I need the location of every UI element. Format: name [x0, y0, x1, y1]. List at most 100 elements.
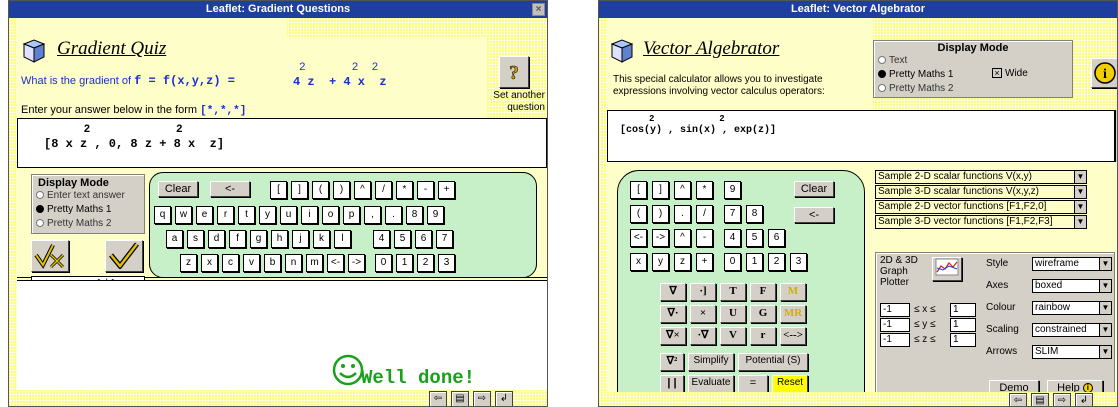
radio-pretty-2[interactable]: Pretty Maths 2 [878, 83, 953, 94]
key-][interactable]: ] [291, 181, 308, 199]
check-button[interactable] [105, 240, 143, 272]
operator-key[interactable]: MR [780, 305, 806, 323]
equals-button[interactable]: = [738, 375, 768, 393]
key-7[interactable]: 7 [724, 205, 741, 223]
sample-dropdown[interactable]: Sample 3-D vector functions [F1,F2,F3] ▼ [875, 215, 1087, 229]
key-/[interactable]: / [696, 205, 713, 223]
plot-button[interactable] [932, 257, 962, 281]
abs-key[interactable]: | | [660, 375, 684, 393]
key-w[interactable]: w [175, 206, 192, 224]
key-y[interactable]: y [652, 253, 669, 271]
key--[interactable]: - [417, 181, 434, 199]
key-z[interactable]: z [674, 253, 691, 271]
key-([interactable]: ( [630, 205, 647, 223]
key-0[interactable]: 0 [724, 253, 741, 271]
wide-checkbox[interactable]: × Wide [992, 68, 1028, 79]
key-j[interactable]: j [292, 230, 309, 248]
key-2[interactable]: 2 [417, 254, 434, 272]
operator-key[interactable]: ∇ [660, 283, 686, 301]
radio-enter-text[interactable]: Enter text answer [36, 190, 125, 201]
key-5[interactable]: 5 [746, 229, 763, 247]
key--[interactable]: - [696, 229, 713, 247]
x-min-input[interactable]: -1 [880, 303, 910, 317]
backspace-key[interactable]: <- [210, 181, 250, 197]
sample-dropdown[interactable]: Sample 3-D scalar functions V(x,y,z) ▼ [875, 185, 1087, 199]
reset-button[interactable]: Reset [772, 375, 808, 393]
close-icon[interactable]: × [532, 3, 545, 16]
operator-key[interactable]: G [750, 305, 776, 323]
set-another-button[interactable]: ? [499, 56, 529, 88]
next-page-icon[interactable]: ⇨ [1053, 393, 1071, 406]
potential-button[interactable]: Potential (S) [738, 353, 808, 371]
key-4[interactable]: 4 [373, 230, 390, 248]
key-[[interactable]: [ [270, 181, 287, 199]
key-b[interactable]: b [264, 254, 281, 272]
check-cross-button[interactable] [31, 240, 69, 272]
answer-field[interactable]: 2 2 [8 x z , 0, 8 z + 8 x z] [17, 118, 547, 168]
key-1[interactable]: 1 [396, 254, 413, 272]
key-y[interactable]: y [259, 206, 276, 224]
simplify-button[interactable]: Simplify [688, 353, 734, 371]
key-i[interactable]: i [301, 206, 318, 224]
key-9[interactable]: 9 [724, 181, 741, 199]
key-h[interactable]: h [271, 230, 288, 248]
operator-key[interactable]: ·] [690, 283, 716, 301]
radio-pretty-1[interactable]: Pretty Maths 1 [36, 204, 111, 215]
key-8[interactable]: 8 [406, 206, 423, 224]
key-^[interactable]: ^ [674, 181, 691, 199]
contents-icon[interactable]: ▤ [451, 391, 469, 406]
operator-key[interactable]: ∇· [660, 305, 686, 323]
operator-key[interactable]: ∇× [660, 327, 686, 345]
return-icon[interactable]: ↲ [1075, 393, 1093, 406]
next-page-icon[interactable]: ⇨ [473, 391, 491, 406]
prev-page-icon[interactable]: ⇦ [1009, 393, 1027, 406]
arrows-dropdown[interactable]: SLIM ▼ [1032, 345, 1112, 359]
key-t[interactable]: t [238, 206, 255, 224]
key-)[interactable]: ) [333, 181, 350, 199]
axes-dropdown[interactable]: boxed ▼ [1032, 279, 1112, 293]
key-q[interactable]: q [154, 206, 171, 224]
key-+[interactable]: + [438, 181, 455, 199]
key-*[interactable]: * [396, 181, 413, 199]
key-s[interactable]: s [187, 230, 204, 248]
key-r[interactable]: r [217, 206, 234, 224]
key-9[interactable]: 9 [427, 206, 444, 224]
key-d[interactable]: d [208, 230, 225, 248]
key-n[interactable]: n [285, 254, 302, 272]
key-->[interactable]: -> [652, 229, 669, 247]
key-3[interactable]: 3 [438, 254, 455, 272]
operator-key[interactable]: F [750, 283, 776, 301]
return-icon[interactable]: ↲ [495, 391, 513, 406]
evaluate-button[interactable]: Evaluate [688, 375, 734, 393]
key-z[interactable]: z [180, 254, 197, 272]
key-a[interactable]: a [166, 230, 183, 248]
operator-key[interactable]: ·∇ [690, 327, 716, 345]
key-v[interactable]: v [243, 254, 260, 272]
key-e[interactable]: e [196, 206, 213, 224]
key-^[interactable]: ^ [354, 181, 371, 199]
key-u[interactable]: u [280, 206, 297, 224]
operator-key[interactable]: T [720, 283, 746, 301]
key-[[interactable]: [ [630, 181, 647, 199]
key-x[interactable]: x [201, 254, 218, 272]
key-2[interactable]: 2 [768, 253, 785, 271]
y-max-input[interactable]: 1 [950, 318, 976, 332]
clear-key[interactable]: Clear [158, 181, 198, 197]
key-o[interactable]: o [322, 206, 339, 224]
key-k[interactable]: k [313, 230, 330, 248]
clear-key[interactable]: Clear [794, 181, 834, 197]
key-8[interactable]: 8 [746, 205, 763, 223]
key-x[interactable]: x [630, 253, 647, 271]
expression-field[interactable]: 2 2 [cos(y) , sin(x) , exp(z)] [607, 110, 1115, 162]
operator-key[interactable]: V [720, 327, 746, 345]
key-l[interactable]: l [334, 230, 351, 248]
key-<-[interactable]: <- [327, 254, 344, 272]
key-c[interactable]: c [222, 254, 239, 272]
operator-key[interactable]: r [750, 327, 776, 345]
key-5[interactable]: 5 [394, 230, 411, 248]
contents-icon[interactable]: ▤ [1031, 393, 1049, 406]
key-.[interactable]: . [674, 205, 691, 223]
radio-pretty-1[interactable]: Pretty Maths 1 [878, 69, 953, 80]
operator-key[interactable]: <--> [780, 327, 806, 345]
key-^[interactable]: ^ [674, 229, 691, 247]
